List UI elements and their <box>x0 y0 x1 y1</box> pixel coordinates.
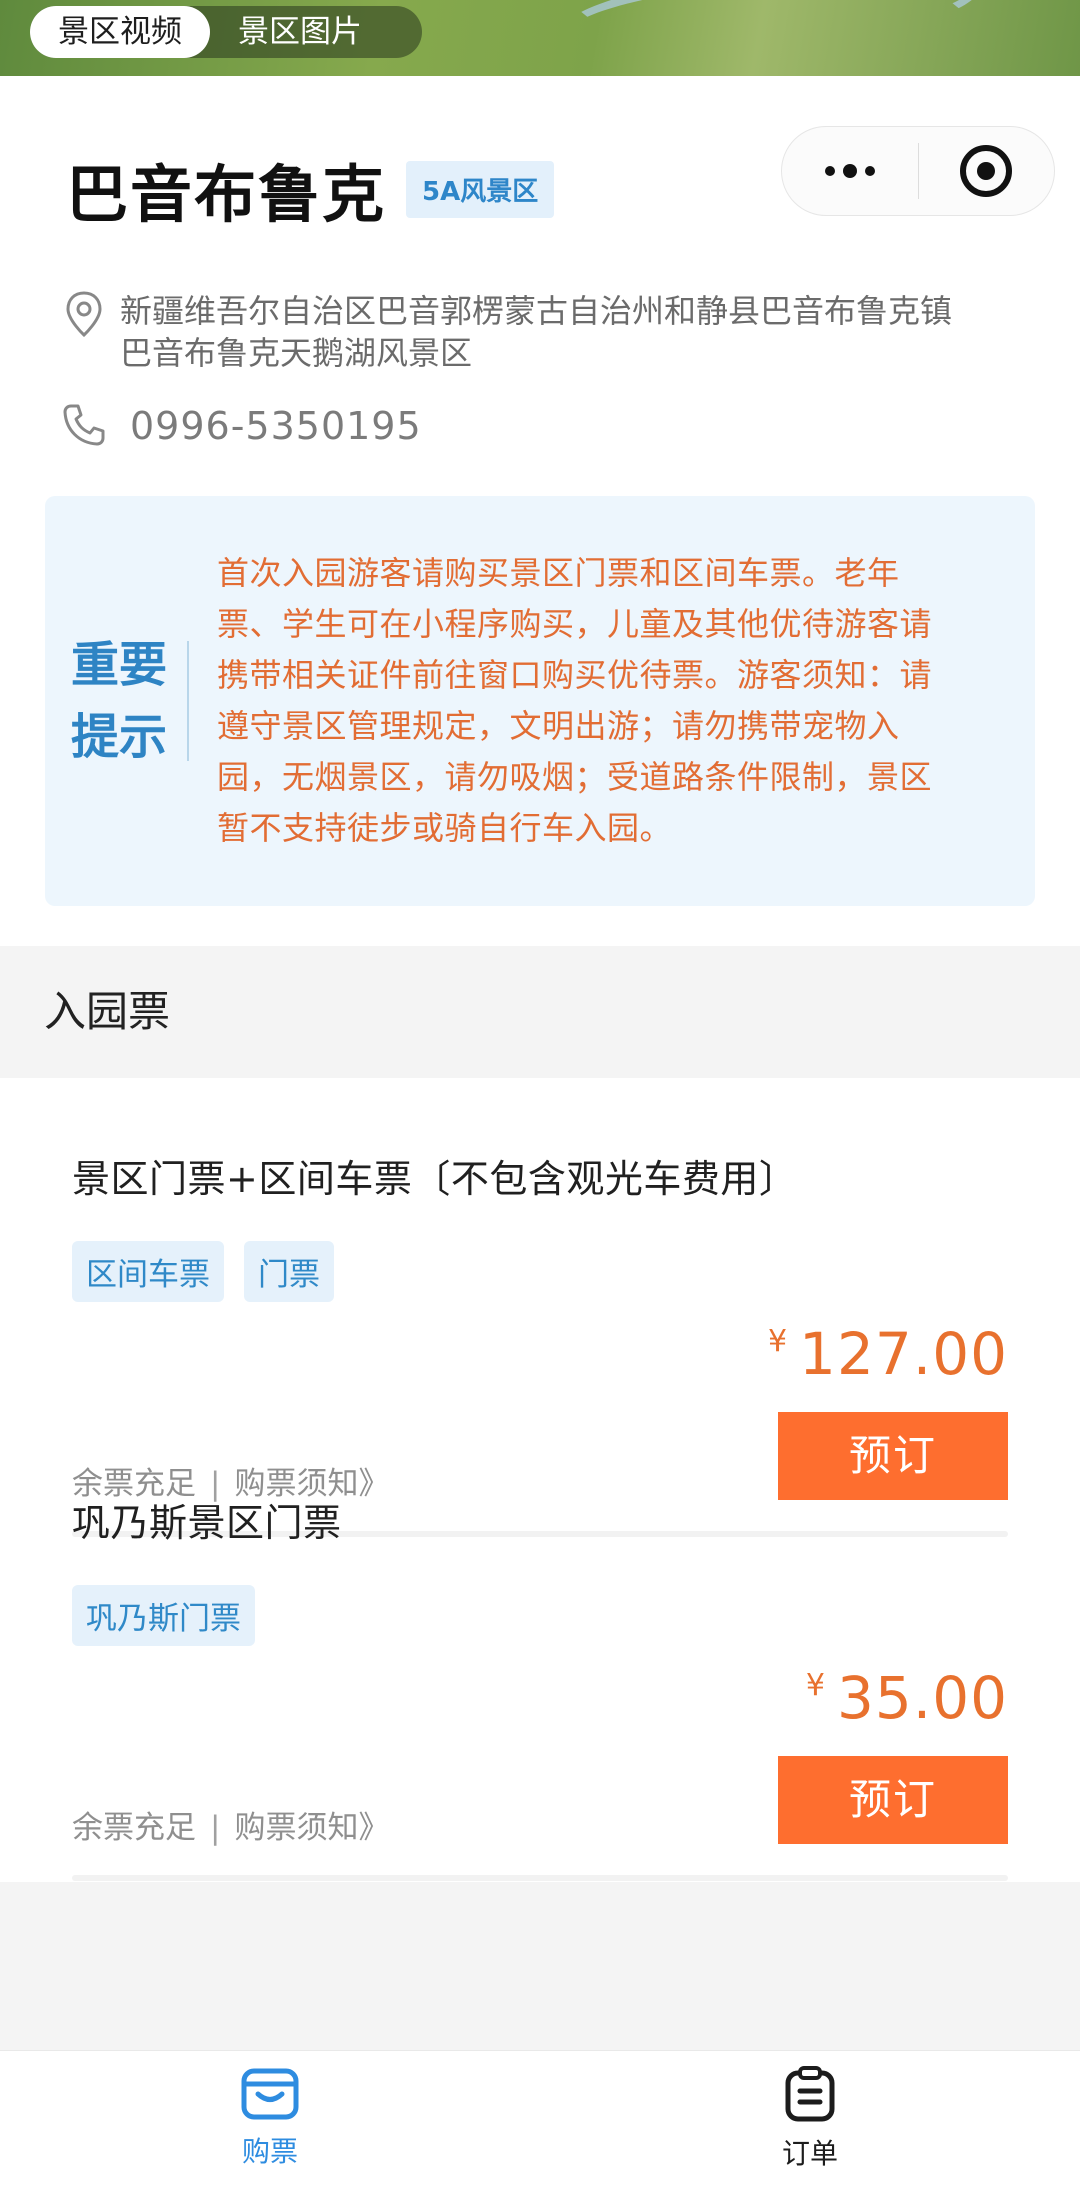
important-notice: 重要 提示 首次入园游客请购买景区门票和区间车票。老年 票、学生可在小程序购买，… <box>45 496 1035 906</box>
ticket-divider <box>72 1875 1008 1881</box>
notice-line: 园，无烟景区，请勿吸烟；受道路条件限制，景区 <box>217 758 933 796</box>
more-dots-icon <box>824 164 875 178</box>
more-button[interactable] <box>782 127 918 215</box>
book-button[interactable]: 预订 <box>778 1756 1008 1844</box>
title-row: 巴音布鲁克 5A风景区 <box>66 144 555 234</box>
ticket-name: 景区门票+区间车票〔不包含观光车费用〕 <box>72 1157 798 1201</box>
bottom-tab-bar: 购票 订单 <box>0 2050 1080 2185</box>
notice-heading-line-2: 提示 <box>71 709 168 765</box>
address-line-1: 新疆维吾尔自治区巴音郭楞蒙古自治州和静县巴音布鲁克镇 <box>120 292 953 330</box>
tab-buy-tickets[interactable]: 购票 <box>0 2051 540 2185</box>
location-pin-icon <box>60 290 108 338</box>
tab-scenic-photos[interactable]: 景区图片 <box>210 6 390 58</box>
ticket-tag: 区间车票 <box>72 1241 224 1302</box>
ticket-tag: 门票 <box>244 1241 334 1302</box>
price-amount: 127.00 <box>799 1320 1008 1388</box>
stock-separator: | <box>210 1810 221 1846</box>
address-line-2: 巴音布鲁克天鹅湖风景区 <box>120 334 473 372</box>
notice-body: 首次入园游客请购买景区门票和区间车票。老年 票、学生可在小程序购买，儿童及其他优… <box>217 548 997 854</box>
stock-row: 余票充足 | 购票须知》 <box>72 1802 389 1847</box>
banner-river-decoration <box>556 0 984 72</box>
price-amount: 35.00 <box>836 1664 1008 1732</box>
ticket-item: 巩乃斯景区门票 巩乃斯门票 ¥ 35.00 预订 余票充足 | 购票须知》 <box>72 1492 1008 1881</box>
book-button[interactable]: 预订 <box>778 1412 1008 1500</box>
phone-icon <box>60 402 108 450</box>
notice-line: 首次入园游客请购买景区门票和区间车票。老年 <box>217 554 900 592</box>
notice-heading: 重要 提示 <box>45 629 187 773</box>
mini-program-capsule <box>781 126 1055 216</box>
purchase-notice-link[interactable]: 购票须知》 <box>234 1810 389 1846</box>
notice-line: 暂不支持徒步或骑自行车入园。 <box>217 809 673 847</box>
media-toggle: 景区视频 景区图片 <box>30 6 422 58</box>
ticket-tags: 区间车票 门票 <box>72 1241 1008 1302</box>
notice-line: 票、学生可在小程序购买，儿童及其他优待游客请 <box>217 605 933 643</box>
shop-icon <box>241 2068 299 2124</box>
ticket-price: ¥ 35.00 <box>806 1664 1008 1732</box>
level-badge: 5A风景区 <box>406 160 555 218</box>
page-title: 巴音布鲁克 <box>66 158 387 231</box>
stock-status: 余票充足 <box>72 1810 196 1846</box>
tab-orders[interactable]: 订单 <box>540 2051 1080 2185</box>
phone-row[interactable]: 0996-5350195 <box>60 402 422 450</box>
currency-symbol: ¥ <box>767 1324 788 1359</box>
tab-label: 购票 <box>241 2134 298 2168</box>
tab-label: 订单 <box>781 2136 838 2170</box>
close-button[interactable] <box>919 127 1055 215</box>
phone-number: 0996-5350195 <box>130 404 422 448</box>
target-close-icon <box>960 145 1013 197</box>
notice-line: 携带相关证件前往窗口购买优待票。游客须知：请 <box>217 656 933 694</box>
ticket-name: 巩乃斯景区门票 <box>72 1501 342 1545</box>
clipboard-icon <box>784 2065 836 2126</box>
banner-image: 景区视频 景区图片 <box>0 0 1080 76</box>
ticket-tag: 巩乃斯门票 <box>72 1585 255 1646</box>
notice-line: 遵守景区管理规定，文明出游；请勿携带宠物入 <box>217 707 900 745</box>
notice-divider <box>187 641 189 761</box>
currency-symbol: ¥ <box>805 1668 825 1703</box>
scenic-info-card: 巴音布鲁克 5A风景区 新疆维吾尔自治区巴音郭楞蒙古自治州和静县巴音布鲁克镇 巴… <box>0 76 1080 946</box>
tab-scenic-video[interactable]: 景区视频 <box>30 6 210 58</box>
ticket-list: 景区门票+区间车票〔不包含观光车费用〕 区间车票 门票 ¥ 127.00 预订 … <box>0 1078 1080 1882</box>
ticket-tags: 巩乃斯门票 <box>72 1585 1008 1646</box>
address-text: 新疆维吾尔自治区巴音郭楞蒙古自治州和静县巴音布鲁克镇 巴音布鲁克天鹅湖风景区 <box>120 290 1020 374</box>
address-row[interactable]: 新疆维吾尔自治区巴音郭楞蒙古自治州和静县巴音布鲁克镇 巴音布鲁克天鹅湖风景区 <box>60 290 1020 374</box>
page-bottom-spacer <box>0 1882 1080 2050</box>
ticket-item: 景区门票+区间车票〔不包含观光车费用〕 区间车票 门票 ¥ 127.00 预订 … <box>72 1148 1008 1548</box>
notice-heading-line-1: 重要 <box>71 637 168 693</box>
section-title-admission: 入园票 <box>0 946 1080 1078</box>
ticket-price: ¥ 127.00 <box>768 1320 1008 1388</box>
